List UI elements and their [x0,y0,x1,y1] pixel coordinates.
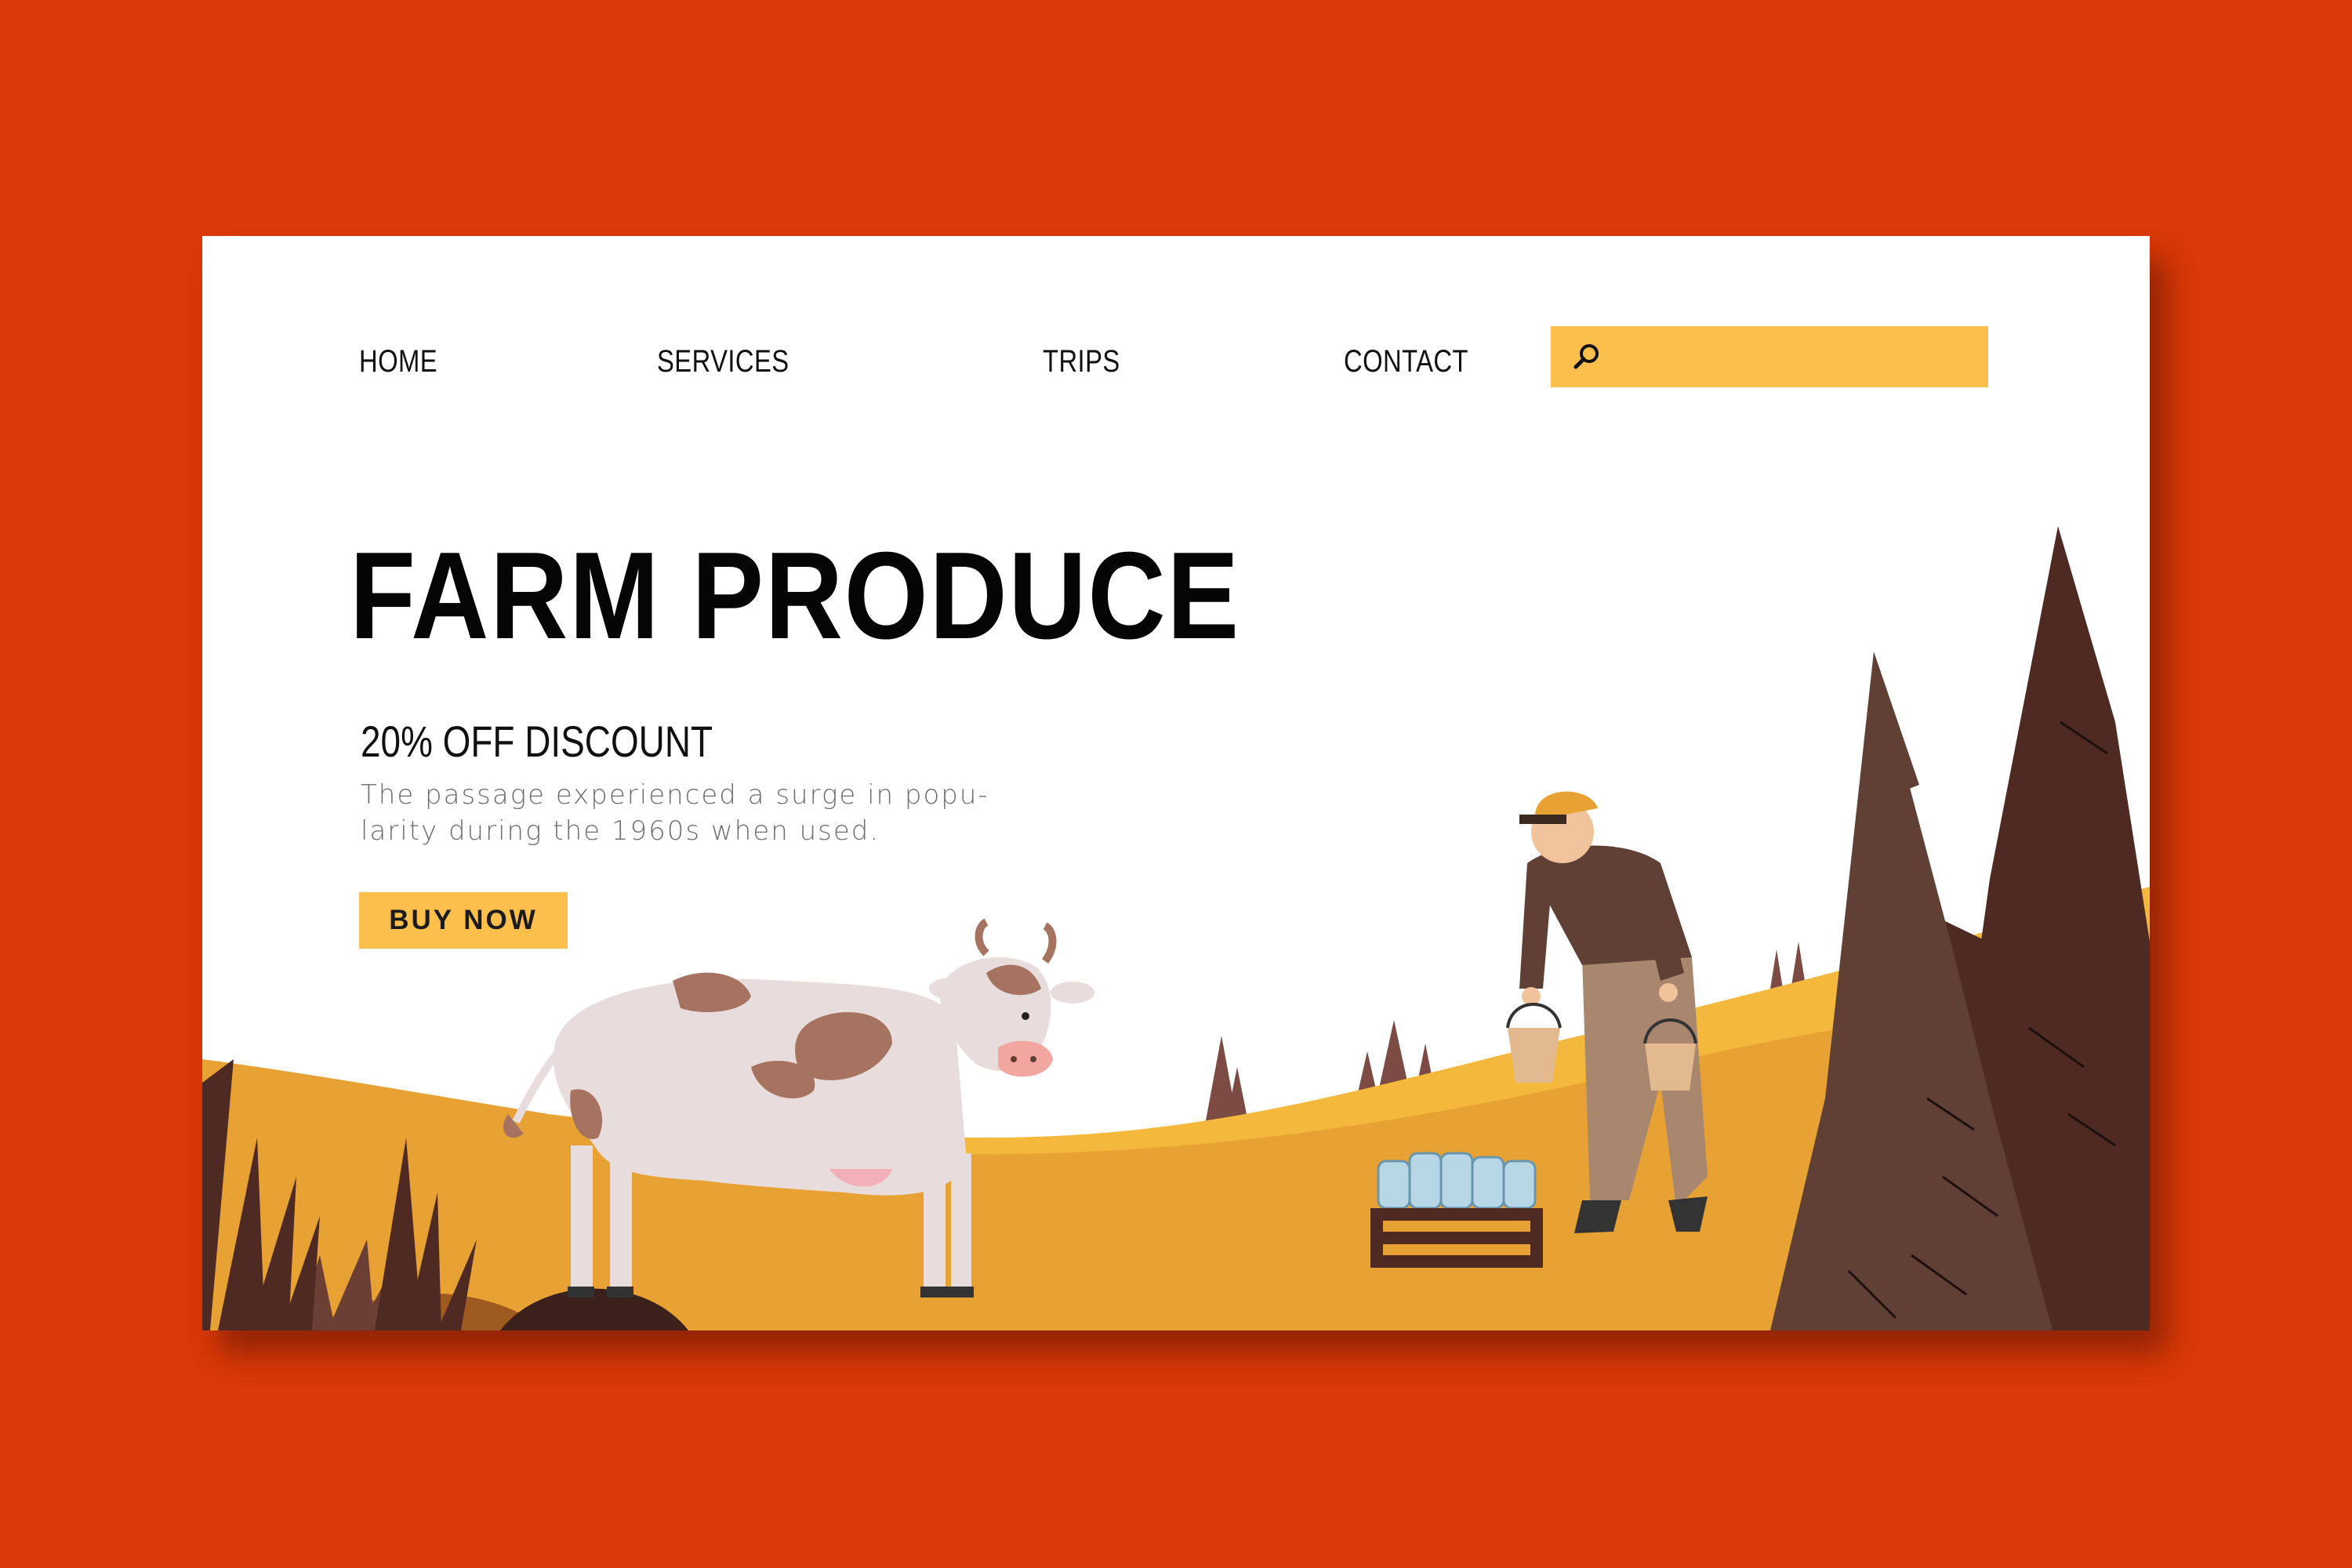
back-hill [202,887,2150,1330]
nav-home-link[interactable]: HOME [359,344,437,379]
distant-trees [1203,942,1811,1138]
landing-page-card: HOME SERVICES TRIPS CONTACT FARM PRODUCE… [202,236,2150,1330]
search-input[interactable] [1613,334,1977,381]
pine-tree-front [1770,652,2053,1330]
milk-crate [1370,1152,1543,1268]
tree-strokes [1847,720,2116,1319]
pine-tree-back [1802,526,2150,1330]
hero-description: The passage experienced a surge in popu-… [361,779,989,847]
front-hill [202,989,2150,1330]
nav-contact-link[interactable]: CONTACT [1344,344,1468,379]
nav-trips-link[interactable]: TRIPS [1043,344,1120,379]
left-bushes [202,1059,688,1330]
hero-title: FARM PRODUCE [350,527,1240,665]
buy-now-button[interactable]: BUY NOW [359,892,568,949]
search-icon[interactable] [1573,343,1601,371]
cow-illustration [503,918,1094,1298]
farmer-illustration [1506,791,1708,1233]
nav-services-link[interactable]: SERVICES [657,344,789,379]
search-bar[interactable] [1551,326,1988,387]
hero-subtitle: 20% OFF DISCOUNT [361,717,713,766]
